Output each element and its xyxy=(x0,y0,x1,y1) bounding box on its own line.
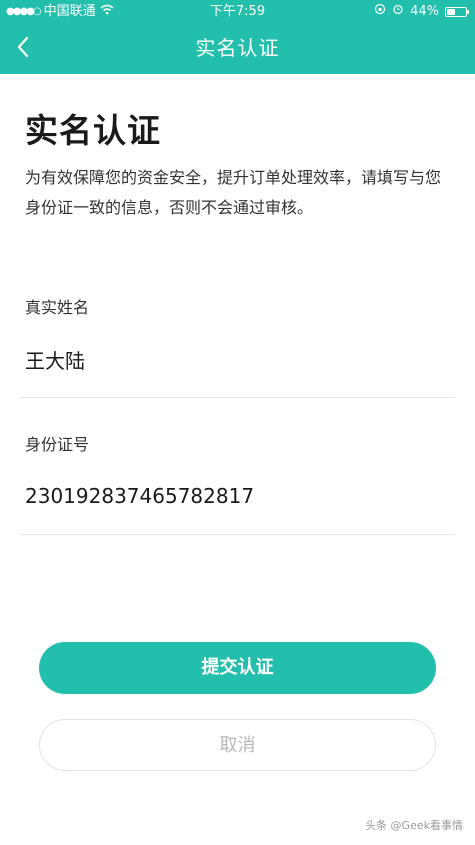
rotation-lock-icon xyxy=(374,0,386,24)
id-label: 身份证号 xyxy=(25,435,90,454)
id-number-field[interactable] xyxy=(25,484,445,508)
divider xyxy=(20,397,455,398)
name-field[interactable] xyxy=(25,347,445,371)
page-title: 实名认证 xyxy=(25,111,161,150)
battery-icon xyxy=(445,7,469,17)
name-label: 真实姓名 xyxy=(25,298,90,317)
header: ●●●●○ 中国联通 下午7:59 44% 实名认证 xyxy=(0,0,475,74)
intro-text: 为有效保障您的资金安全，提升订单处理效率，请填写与您身份证一致的信息，否则不会通… xyxy=(25,168,442,217)
watermark: 头条 @Geek看事情 xyxy=(365,819,463,832)
submit-button[interactable]: 提交认证 xyxy=(39,642,436,694)
battery-percent: 44% xyxy=(410,4,439,19)
alarm-icon xyxy=(392,0,404,24)
divider xyxy=(20,534,455,535)
cancel-button[interactable]: 取消 xyxy=(39,719,436,771)
status-right: 44% xyxy=(374,0,469,24)
nav-title: 实名认证 xyxy=(195,36,280,60)
nav-bar: 实名认证 xyxy=(0,24,475,74)
battery-level xyxy=(447,9,455,15)
status-bar: ●●●●○ 中国联通 下午7:59 44% xyxy=(0,0,475,24)
